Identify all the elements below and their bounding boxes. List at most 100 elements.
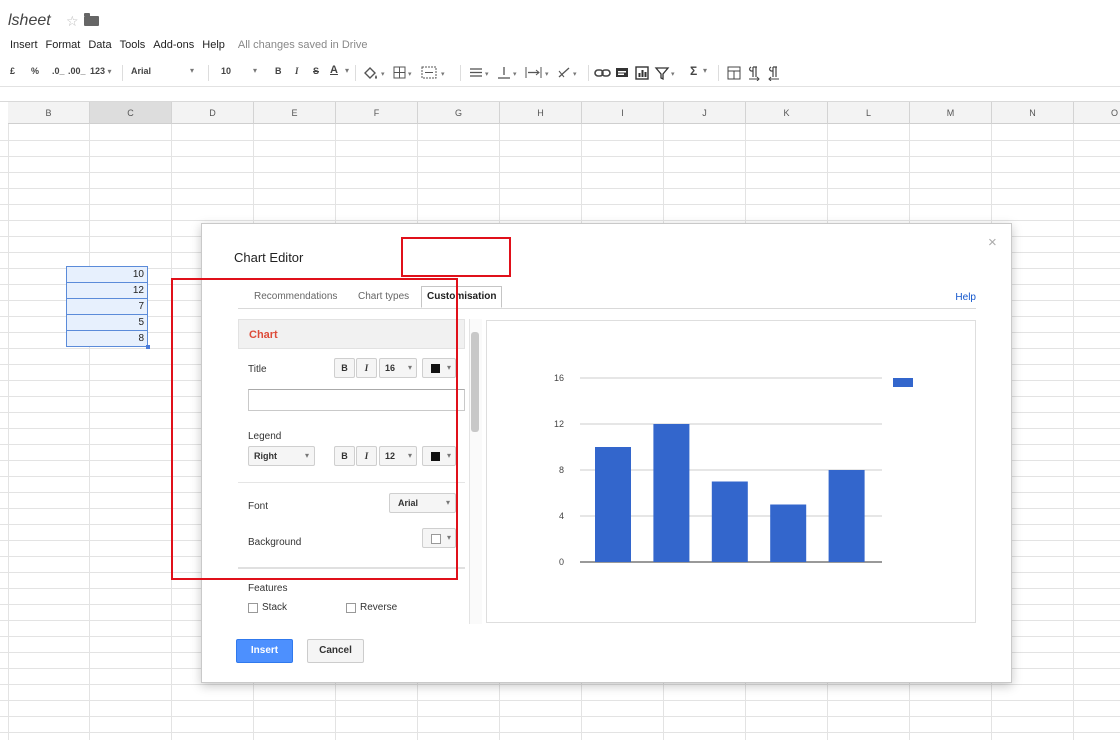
- bar: [770, 504, 807, 562]
- grid-column-line: [89, 124, 90, 740]
- font-family-value: Arial: [131, 66, 152, 76]
- grid-row-line: [0, 732, 1120, 733]
- vertical-align-icon[interactable]: ▾: [496, 65, 522, 81]
- insert-button[interactable]: Insert: [236, 639, 293, 663]
- freeze-icon[interactable]: [726, 65, 742, 81]
- dialog-title: Chart Editor: [234, 250, 304, 265]
- stack-label: Stack: [262, 602, 288, 613]
- percent-format-button[interactable]: %: [31, 66, 39, 76]
- svg-text:▾: ▾: [573, 70, 577, 78]
- menu-data[interactable]: Data: [88, 39, 111, 51]
- column-header-b[interactable]: B: [8, 102, 90, 124]
- grid-row-line: [0, 172, 1120, 173]
- svg-text:▾: ▾: [408, 70, 412, 78]
- menu-format[interactable]: Format: [46, 39, 81, 51]
- grid-row-line: [0, 140, 1120, 141]
- fill-handle[interactable]: [146, 345, 150, 349]
- chevron-down-icon: ▾: [107, 67, 112, 76]
- svg-text:▾: ▾: [513, 70, 517, 78]
- cell-c14[interactable]: 8: [66, 330, 148, 347]
- toolbar: £ % .0_ .00_ 123 ▾ Arial ▾ 10 ▾ B I S A …: [0, 60, 1120, 87]
- close-icon[interactable]: ×: [988, 234, 997, 251]
- italic-button[interactable]: I: [295, 66, 299, 76]
- text-color-button[interactable]: A: [330, 64, 338, 76]
- cell-c11[interactable]: 12: [66, 282, 148, 298]
- chevron-down-icon: ▾: [345, 66, 350, 75]
- grid-row-line: [0, 700, 1120, 701]
- currency-format-button[interactable]: £: [10, 66, 15, 76]
- y-tick-label: 0: [559, 557, 564, 567]
- cell-c13[interactable]: 5: [66, 314, 148, 330]
- cell-c10[interactable]: 10: [66, 266, 148, 282]
- star-icon[interactable]: ☆: [66, 13, 79, 30]
- insert-comment-icon[interactable]: [614, 65, 630, 81]
- chevron-down-icon: ▾: [253, 66, 258, 75]
- svg-text:▾: ▾: [485, 70, 489, 78]
- functions-button[interactable]: Σ: [690, 64, 697, 78]
- ltr-direction-icon[interactable]: [746, 65, 762, 81]
- column-header-l[interactable]: L: [828, 102, 910, 124]
- menu-addons[interactable]: Add-ons: [153, 39, 194, 51]
- text-wrapping-icon[interactable]: ▾: [524, 65, 554, 81]
- highlight-box: [401, 237, 511, 277]
- toolbar-divider: [588, 65, 589, 81]
- column-header-c[interactable]: C: [90, 102, 172, 124]
- bold-button[interactable]: B: [275, 66, 282, 76]
- column-header-n[interactable]: N: [992, 102, 1074, 124]
- strikethrough-button[interactable]: S: [313, 66, 319, 76]
- panel-scrollbar-thumb[interactable]: [471, 332, 479, 432]
- font-family-select[interactable]: Arial: [131, 66, 151, 76]
- save-status[interactable]: All changes saved in Drive: [238, 39, 368, 51]
- menu-bar: Insert Format Data Tools Add-ons Help Al…: [0, 36, 368, 54]
- stack-checkbox[interactable]: [248, 603, 258, 613]
- menu-help[interactable]: Help: [202, 39, 225, 51]
- fill-color-icon[interactable]: ▾: [362, 65, 388, 81]
- more-formats-label: 123: [90, 66, 106, 76]
- menu-tools[interactable]: Tools: [120, 39, 146, 51]
- insert-link-icon[interactable]: [594, 66, 612, 80]
- grid-column-line: [8, 124, 9, 740]
- column-header-i[interactable]: I: [582, 102, 664, 124]
- column-header-g[interactable]: G: [418, 102, 500, 124]
- increase-decimals-button[interactable]: .00_: [68, 66, 86, 76]
- formula-bar[interactable]: [0, 87, 1120, 102]
- grid-row-line: [0, 156, 1120, 157]
- chevron-down-icon: ▾: [703, 66, 708, 75]
- menu-insert[interactable]: Insert: [10, 39, 38, 51]
- bar: [595, 447, 631, 562]
- reverse-checkbox[interactable]: [346, 603, 356, 613]
- borders-icon[interactable]: ▾: [392, 65, 416, 81]
- column-header-j[interactable]: J: [664, 102, 746, 124]
- text-rotation-icon[interactable]: ▾: [556, 65, 584, 81]
- column-header-k[interactable]: K: [746, 102, 828, 124]
- toolbar-divider: [718, 65, 719, 81]
- document-title[interactable]: lsheet: [8, 12, 51, 30]
- y-tick-label: 12: [554, 419, 564, 429]
- y-tick-label: 8: [559, 465, 564, 475]
- decrease-decimals-button[interactable]: .0_: [52, 66, 65, 76]
- merge-cells-icon[interactable]: ▾: [420, 65, 454, 81]
- column-header-e[interactable]: E: [254, 102, 336, 124]
- more-formats-button[interactable]: 123 ▾: [90, 66, 112, 76]
- font-size-select[interactable]: 10: [221, 66, 231, 76]
- highlight-box: [171, 278, 458, 580]
- help-link[interactable]: Help: [955, 292, 976, 303]
- column-header-d[interactable]: D: [172, 102, 254, 124]
- horizontal-align-icon[interactable]: ▾: [468, 65, 494, 81]
- title-bar: lsheet ☆: [0, 0, 1120, 34]
- filter-icon[interactable]: ▾: [654, 65, 680, 81]
- folder-icon[interactable]: [84, 13, 99, 26]
- cancel-button[interactable]: Cancel: [307, 639, 364, 663]
- chart-preview: 0 4 8 12 16: [486, 320, 976, 623]
- column-header-o[interactable]: O: [1074, 102, 1120, 124]
- column-header-m[interactable]: M: [910, 102, 992, 124]
- features-label: Features: [248, 583, 288, 594]
- reverse-label: Reverse: [360, 602, 398, 613]
- cell-c12[interactable]: 7: [66, 298, 148, 314]
- grid-row-line: [0, 220, 1120, 221]
- column-header-f[interactable]: F: [336, 102, 418, 124]
- column-header-h[interactable]: H: [500, 102, 582, 124]
- toolbar-divider: [355, 65, 356, 81]
- rtl-direction-icon[interactable]: [766, 65, 782, 81]
- insert-chart-icon[interactable]: [634, 65, 650, 81]
